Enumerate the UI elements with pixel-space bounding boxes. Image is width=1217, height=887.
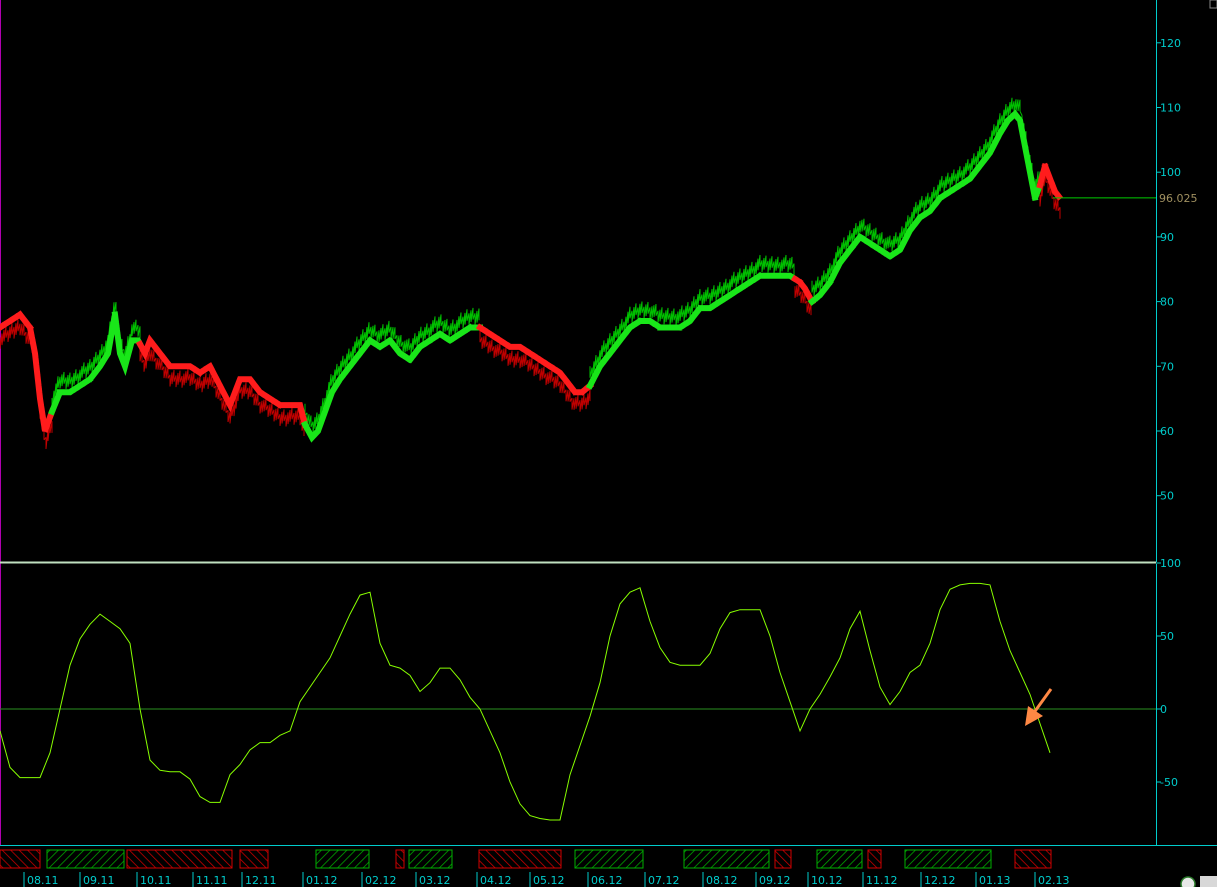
- time-tick-label: 09.11: [83, 874, 115, 887]
- price-tick-label: 80: [1160, 296, 1174, 309]
- signal-bar-up: [46, 849, 125, 869]
- price-tick-label: 90: [1160, 231, 1174, 244]
- time-tick-label: 12.11: [245, 874, 277, 887]
- signal-bar-down: [239, 849, 269, 869]
- signal-bar-up: [574, 849, 644, 869]
- signal-bar-down: [774, 849, 792, 869]
- time-tick-label: 08.12: [706, 874, 738, 887]
- time-tick-label: 02.13: [1038, 874, 1070, 887]
- background: [0, 0, 1217, 887]
- time-tick-label: 01.13: [979, 874, 1011, 887]
- time-tick-label: 11.11: [196, 874, 228, 887]
- signal-bar-down: [478, 849, 562, 869]
- time-tick-label: 07.12: [648, 874, 680, 887]
- time-tick-label: 08.11: [27, 874, 59, 887]
- time-tick-label: 02.12: [365, 874, 397, 887]
- signal-bar-down: [395, 849, 405, 869]
- time-tick-label: 05.12: [533, 874, 565, 887]
- price-tick-label: 100: [1160, 166, 1181, 179]
- signal-bar-up: [315, 849, 370, 869]
- last-price-label: 96.025: [1159, 192, 1198, 205]
- price-tick-label: 60: [1160, 425, 1174, 438]
- oscillator-tick-label: 0: [1160, 703, 1167, 716]
- signal-bar-up: [683, 849, 770, 869]
- price-tick-label: 70: [1160, 360, 1174, 373]
- price-tick-label: 120: [1160, 37, 1181, 50]
- signal-bar-up: [408, 849, 453, 869]
- oscillator-tick-label: 50: [1160, 630, 1174, 643]
- signal-bar-up: [904, 849, 992, 869]
- signal-bar-up: [816, 849, 863, 869]
- oscillator-tick-label: 100: [1160, 557, 1181, 570]
- time-tick-label: 10.11: [140, 874, 172, 887]
- time-tick-label: 03.12: [419, 874, 451, 887]
- signal-bar-down: [0, 849, 41, 869]
- price-tick-label: 50: [1160, 490, 1174, 503]
- time-tick-label: 01.12: [306, 874, 338, 887]
- signal-bar-down: [126, 849, 233, 869]
- time-tick-label: 04.12: [480, 874, 512, 887]
- time-tick-label: 09.12: [759, 874, 791, 887]
- time-tick-label: 12.12: [924, 874, 956, 887]
- signal-bar-down: [867, 849, 882, 869]
- window-corner-button[interactable]: [1209, 0, 1217, 9]
- time-tick-label: 10.12: [811, 874, 843, 887]
- time-tick-label: 11.12: [866, 874, 898, 887]
- price-tick-label: 110: [1160, 102, 1181, 115]
- chart-stage: 96.025 50 60 70 80 90 100 110 120 -50 0 50 100 08.…: [0, 0, 1217, 887]
- time-tick-label: 06.12: [591, 874, 623, 887]
- signal-bar-down: [1014, 849, 1052, 869]
- oscillator-tick-label: -50: [1160, 776, 1178, 789]
